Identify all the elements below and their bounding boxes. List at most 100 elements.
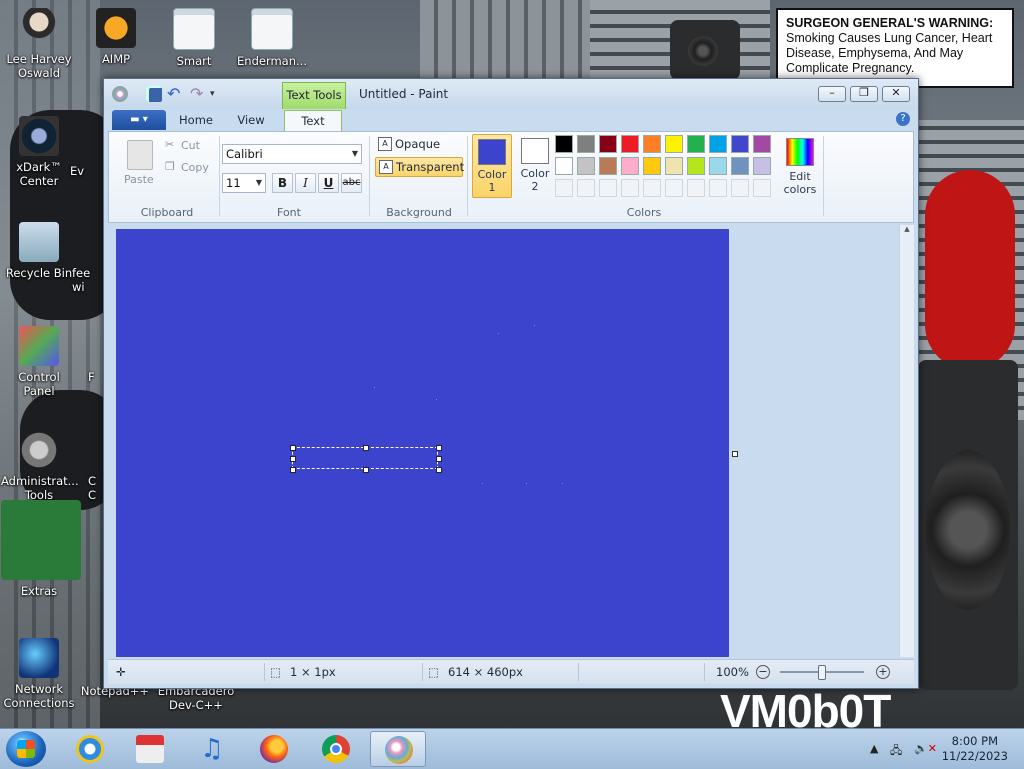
palette-color-swatch[interactable] [577, 135, 595, 153]
resize-handle[interactable] [290, 467, 296, 473]
desktop-icon-fee[interactable]: fee wi [72, 266, 102, 294]
desktop-icon-aimp[interactable]: AIMP [78, 8, 154, 66]
color1-button[interactable]: Color 1 [472, 134, 512, 198]
palette-custom-slot[interactable] [731, 179, 749, 197]
taskbar-paint[interactable] [370, 731, 426, 767]
edit-colors-button[interactable]: Edit colors [781, 134, 819, 196]
strikethrough-button[interactable]: abc [341, 173, 362, 193]
close-button[interactable]: ✕ [882, 86, 910, 102]
canvas-area[interactable]: ▲ [108, 225, 914, 657]
palette-color-swatch[interactable] [753, 157, 771, 175]
palette-color-swatch[interactable] [709, 157, 727, 175]
desktop-icon-control-panel[interactable]: Control Panel [1, 326, 77, 398]
desktop-icon-lee-harvey-oswald[interactable]: Lee Harvey Oswald [1, 8, 77, 80]
save-icon[interactable] [146, 86, 162, 102]
desktop-icon-f[interactable]: F [88, 370, 102, 384]
palette-color-swatch[interactable] [577, 157, 595, 175]
start-button[interactable] [6, 731, 46, 767]
desktop-icon-extras[interactable]: Extras [1, 500, 81, 598]
desktop-icon-smart[interactable]: Smart [156, 8, 232, 68]
palette-custom-slot[interactable] [621, 179, 639, 197]
desktop-icon-enderman[interactable]: Enderman... [234, 8, 310, 68]
title-bar[interactable]: ↶ ↷ ▾ Text Tools Untitled - Paint – ❐ ✕ [104, 79, 918, 109]
transparent-option[interactable]: A Transparent [375, 157, 464, 177]
resize-handle[interactable] [436, 456, 442, 462]
palette-color-swatch[interactable] [665, 135, 683, 153]
tab-home[interactable]: Home [172, 110, 220, 131]
palette-color-swatch[interactable] [643, 135, 661, 153]
scroll-up-icon[interactable]: ▲ [900, 225, 914, 233]
undo-icon[interactable]: ↶ [167, 86, 183, 102]
palette-color-swatch[interactable] [709, 135, 727, 153]
palette-custom-slot[interactable] [687, 179, 705, 197]
paint-menu-button[interactable]: ▬ ▾ [112, 110, 166, 130]
paint-window[interactable]: ↶ ↷ ▾ Text Tools Untitled - Paint – ❐ ✕ … [103, 78, 919, 689]
help-icon[interactable]: ? [896, 112, 910, 126]
palette-color-swatch[interactable] [687, 135, 705, 153]
palette-custom-slot[interactable] [753, 179, 771, 197]
resize-handle[interactable] [436, 467, 442, 473]
palette-color-swatch[interactable] [621, 157, 639, 175]
font-size-select[interactable]: 11 ▼ [222, 173, 266, 193]
palette-color-swatch[interactable] [555, 135, 573, 153]
palette-color-swatch[interactable] [687, 157, 705, 175]
palette-color-swatch[interactable] [753, 135, 771, 153]
palette-color-swatch[interactable] [555, 157, 573, 175]
minimize-button[interactable]: – [818, 86, 846, 102]
palette-color-swatch[interactable] [665, 157, 683, 175]
bold-button[interactable]: B [272, 173, 293, 193]
copy-icon[interactable]: ❐ [165, 160, 175, 173]
cut-icon[interactable]: ✂ [165, 138, 174, 151]
underline-button[interactable]: U [318, 173, 339, 193]
redo-icon[interactable]: ↷ [190, 86, 206, 102]
color2-button[interactable]: Color 2 [515, 134, 555, 198]
font-family-select[interactable]: Calibri ▼ [222, 144, 362, 164]
vertical-scrollbar[interactable]: ▲ [899, 225, 914, 657]
palette-custom-slot[interactable] [599, 179, 617, 197]
clock[interactable]: 8:00 PM 11/22/2023 [942, 734, 1008, 764]
taskbar-internet-explorer[interactable] [62, 731, 118, 767]
drawing-canvas[interactable] [116, 229, 729, 657]
zoom-in-button[interactable]: + [876, 665, 890, 679]
customize-qat-icon[interactable]: ▾ [210, 86, 226, 102]
paste-icon[interactable] [127, 140, 153, 170]
palette-color-swatch[interactable] [731, 157, 749, 175]
cut-button[interactable]: Cut [181, 139, 200, 152]
resize-handle[interactable] [363, 467, 369, 473]
desktop-icon-administrative-tools[interactable]: Administrat... Tools [1, 430, 79, 502]
show-hidden-icons-icon[interactable]: ▲ [870, 742, 878, 755]
resize-handle[interactable] [436, 445, 442, 451]
palette-custom-slot[interactable] [555, 179, 573, 197]
resize-handle[interactable] [363, 445, 369, 451]
resize-handle[interactable] [290, 445, 296, 451]
resize-handle[interactable] [290, 456, 296, 462]
network-status-icon[interactable]: 🖧 [890, 742, 902, 761]
palette-custom-slot[interactable] [665, 179, 683, 197]
desktop-icon-network-connections[interactable]: Network Connections [1, 638, 77, 710]
zoom-out-button[interactable]: − [756, 665, 770, 679]
paint-app-icon[interactable] [112, 86, 128, 102]
taskbar-store[interactable] [122, 731, 178, 767]
italic-button[interactable]: I [295, 173, 316, 193]
palette-color-swatch[interactable] [731, 135, 749, 153]
palette-custom-slot[interactable] [643, 179, 661, 197]
palette-custom-slot[interactable] [577, 179, 595, 197]
palette-custom-slot[interactable] [709, 179, 727, 197]
volume-muted-icon[interactable]: 🔈✕ [914, 742, 937, 755]
tab-view[interactable]: View [228, 110, 274, 131]
taskbar-firefox[interactable] [246, 731, 302, 767]
zoom-slider-thumb[interactable] [818, 665, 826, 680]
canvas-resize-handle[interactable] [732, 451, 738, 457]
desktop-icon-ev[interactable]: Ev [70, 134, 102, 178]
copy-button[interactable]: Copy [181, 161, 209, 174]
maximize-button[interactable]: ❐ [850, 86, 878, 102]
opaque-option[interactable]: A Opaque [375, 135, 440, 153]
desktop-icon-recycle-bin[interactable]: Recycle Bin [1, 222, 77, 280]
palette-color-swatch[interactable] [599, 157, 617, 175]
palette-color-swatch[interactable] [599, 135, 617, 153]
desktop-icon-c[interactable]: C C [88, 474, 102, 502]
taskbar-chrome[interactable] [308, 731, 364, 767]
desktop-icon-xdark-center[interactable]: xDark™ Center [1, 116, 77, 188]
paste-button[interactable]: Paste [124, 173, 154, 186]
palette-color-swatch[interactable] [621, 135, 639, 153]
